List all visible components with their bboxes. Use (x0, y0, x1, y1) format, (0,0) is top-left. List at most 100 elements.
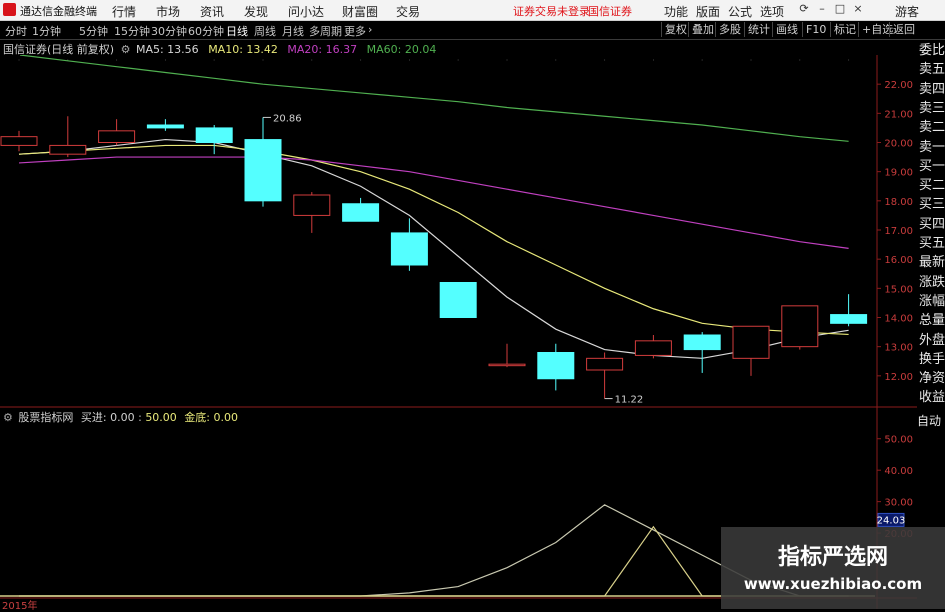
candle-body (781, 305, 819, 348)
indicator-current-value: 24.03 (877, 515, 906, 526)
side-item-8[interactable]: 买三 (919, 197, 945, 213)
side-item-7[interactable]: 买二 (919, 178, 945, 194)
price-tick-label: 18.00 (884, 197, 913, 208)
period-timeshare[interactable]: 分时 (5, 23, 27, 39)
menu-market[interactable]: 市场 (156, 3, 180, 20)
period-daily[interactable]: 日线 (226, 23, 248, 39)
ma-line-ma60 (19, 55, 849, 142)
candle-body (0, 136, 38, 146)
restore-rights-button[interactable]: 复权 (661, 22, 690, 37)
candle-body (244, 139, 282, 202)
side-item-12[interactable]: 涨跌 (919, 275, 945, 291)
candle-body (586, 357, 624, 371)
app-title: 通达信金融终端 (20, 5, 97, 18)
candle-body (488, 363, 526, 367)
price-tick-label: 12.00 (884, 372, 913, 383)
side-item-5[interactable]: 卖一 (919, 140, 945, 156)
side-item-6[interactable]: 买一 (919, 159, 945, 175)
kline-chart[interactable]: 12.00 13.00 14.00 15.00 16.00 17.00 18.00 19.00… (0, 55, 917, 609)
side-item-16[interactable]: 换手 (919, 352, 945, 368)
side-item-15[interactable]: 外盘 (919, 333, 945, 349)
period-more[interactable]: 更多 (344, 23, 366, 39)
broker-name[interactable]: 国信证券 (588, 3, 632, 19)
candle-body (195, 127, 233, 143)
candle-body (683, 334, 721, 351)
period-monthly[interactable]: 月线 (282, 23, 304, 39)
close-icon[interactable]: × (850, 2, 866, 17)
menu-layout[interactable]: 版面 (696, 3, 720, 20)
gold-value: 0.00 (213, 411, 239, 424)
side-item-10[interactable]: 买五 (919, 236, 945, 252)
watermark-title: 指标严选网 (777, 545, 888, 570)
side-item-17[interactable]: 净资 (919, 371, 945, 387)
draw-line-button[interactable]: 画线 (772, 22, 801, 37)
side-item-13[interactable]: 涨幅 (919, 294, 945, 310)
overlay-button[interactable]: 叠加 (688, 22, 717, 37)
side-item-1[interactable]: 卖五 (919, 62, 945, 78)
menu-news[interactable]: 资讯 (200, 3, 224, 20)
side-item-9[interactable]: 买四 (919, 217, 945, 233)
back-button[interactable]: 返回 (889, 22, 918, 37)
ma-line-ma20 (18, 156, 849, 249)
side-item-18[interactable]: 收益 (919, 390, 945, 406)
guest-user[interactable]: 游客 (895, 3, 919, 20)
indicator-settings-icon[interactable]: ⚙ (3, 411, 13, 424)
menu-wealth[interactable]: 财富圈 (342, 3, 378, 20)
refresh-icon[interactable]: ⟳ (796, 2, 812, 17)
maximize-icon[interactable]: □ (832, 2, 848, 17)
period-30min[interactable]: 30分钟 (151, 23, 187, 39)
menu-options[interactable]: 选项 (760, 3, 784, 20)
grid-dot: · (457, 56, 460, 65)
period-5min[interactable]: 5分钟 (79, 23, 108, 39)
candle-body (732, 325, 770, 359)
quote-side-panel: 委比卖五卖四卖三卖二卖一买一买二买三买四买五最新涨跌涨幅总量外盘换手净资收益 (917, 41, 945, 408)
menu-bar: 通达信金融终端 行情 市场 资讯 发现 问小达 财富圈 交易 证券交易未登录 国… (0, 0, 945, 21)
more-arrow-icon[interactable]: › (368, 23, 372, 36)
side-item-2[interactable]: 卖四 (919, 82, 945, 98)
grid-dot: · (701, 56, 704, 65)
side-item-11[interactable]: 最新 (919, 255, 945, 271)
indicator-name: 股票指标网 (18, 411, 74, 424)
period-weekly[interactable]: 周线 (254, 23, 276, 39)
grid-dot: · (262, 56, 265, 65)
menu-quotes[interactable]: 行情 (112, 3, 136, 20)
side-item-0[interactable]: 委比 (919, 43, 945, 59)
auto-button[interactable]: 自动 (917, 412, 945, 428)
side-item-3[interactable]: 卖三 (919, 101, 945, 117)
price-tick-label: 22.00 (884, 80, 913, 91)
period-15min[interactable]: 15分钟 (114, 23, 150, 39)
price-tick-label: 13.00 (884, 343, 913, 354)
buy-value: 0.00 (110, 411, 135, 424)
f10-button[interactable]: F10 (802, 22, 829, 37)
gold-label: 金底: (184, 411, 211, 424)
menu-formula[interactable]: 公式 (728, 3, 752, 20)
menu-trade[interactable]: 交易 (396, 3, 420, 20)
indicator-info-line: ⚙ 股票指标网 买进: 0.00 : 50.00 金底: 0.00 (0, 409, 239, 424)
extreme-label: 20.86 (273, 113, 302, 124)
minimize-icon[interactable]: – (814, 2, 830, 17)
price-tick-label: 16.00 (884, 255, 913, 266)
grid-dot: · (408, 56, 411, 65)
menu-ask[interactable]: 问小达 (288, 3, 324, 20)
period-60min[interactable]: 60分钟 (188, 23, 224, 39)
statistics-button[interactable]: 统计 (744, 22, 773, 37)
side-item-14[interactable]: 总量 (919, 313, 945, 329)
mark-button[interactable]: 标记 (830, 22, 859, 37)
menu-function[interactable]: 功能 (664, 3, 688, 20)
candle-body (830, 314, 868, 324)
candle-body (98, 130, 136, 144)
level-value: 50.00 (145, 411, 177, 424)
period-1min[interactable]: 1分钟 (32, 23, 61, 39)
period-multi[interactable]: 多周期 (309, 23, 342, 39)
login-status[interactable]: 证券交易未登录 (513, 3, 590, 19)
multi-stock-button[interactable]: 多股 (715, 22, 744, 37)
ma-line-ma10 (18, 144, 849, 336)
side-item-4[interactable]: 卖二 (919, 120, 945, 136)
extreme-label: 11.22 (615, 395, 644, 406)
period-toolbar: 分时 1分钟 5分钟 15分钟 30分钟 60分钟 日线 周线 月线 多周期 更… (0, 21, 945, 40)
grid-dot: · (847, 56, 850, 65)
candle-body (439, 282, 477, 318)
separator-colon: : (138, 411, 142, 424)
menu-discover[interactable]: 发现 (244, 3, 268, 20)
candle-body (293, 194, 331, 216)
